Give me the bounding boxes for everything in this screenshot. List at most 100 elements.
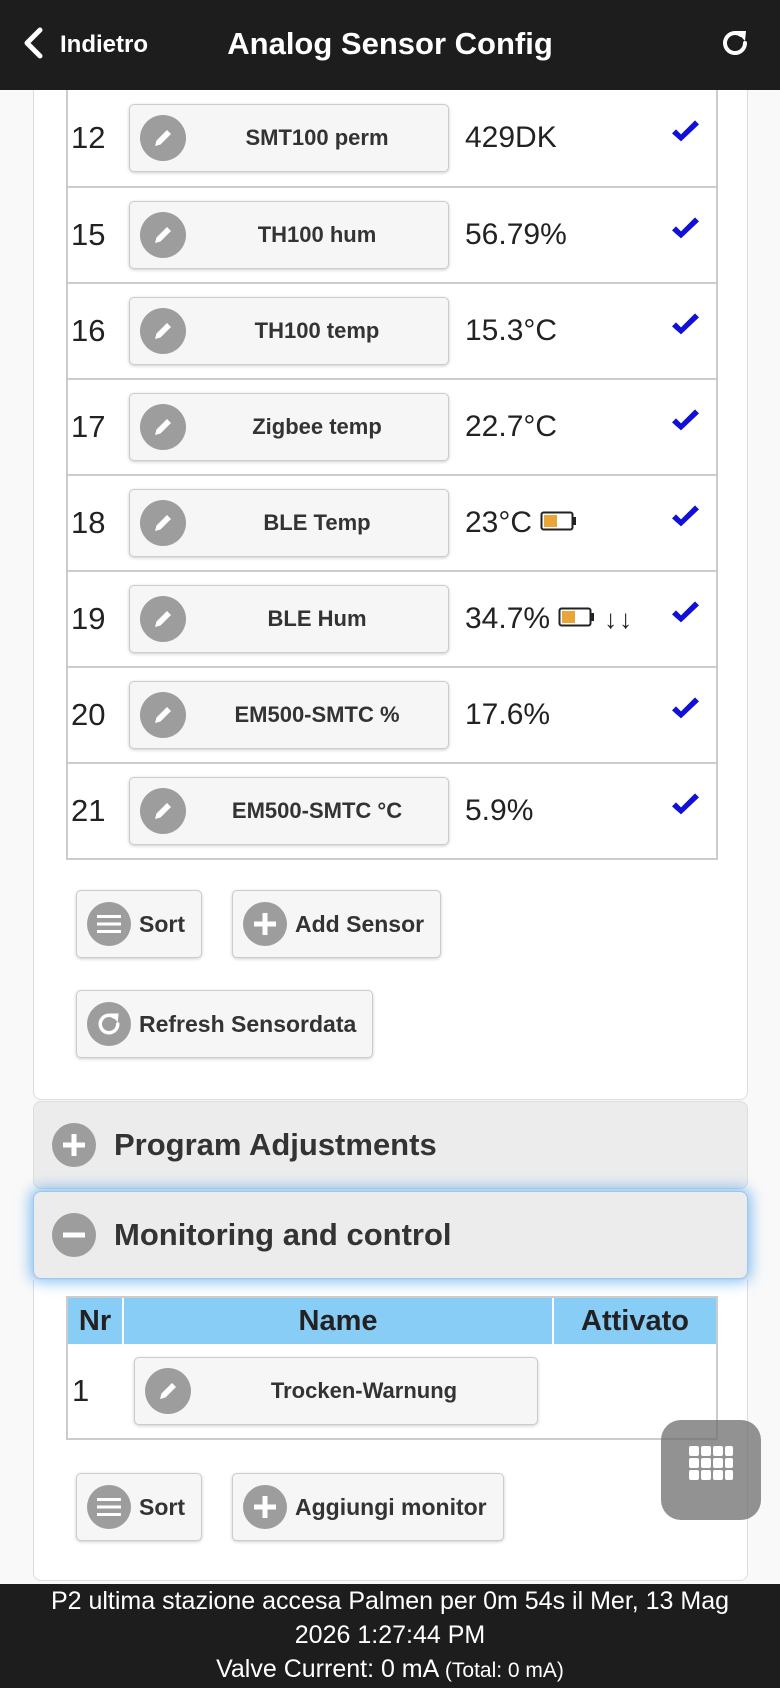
- sensor-name: TH100 hum: [257, 222, 377, 247]
- battery-icon: [540, 506, 578, 540]
- pencil-icon: [140, 692, 186, 738]
- header-bar: Indietro Analog Sensor Config: [0, 0, 780, 90]
- sensor-edit-button[interactable]: TH100 hum: [129, 201, 449, 269]
- table-row: 20 EM500-SMTC % 17.6%: [68, 666, 716, 762]
- sensor-name: Zigbee temp: [252, 414, 382, 439]
- sensor-nr: 18: [71, 505, 106, 540]
- sensor-nr: 19: [71, 601, 106, 636]
- valve-current-line: Valve Current: 0 mA (Total: 0 mA): [0, 1652, 780, 1688]
- plus-icon: [243, 1485, 287, 1529]
- refresh-icon: [87, 1002, 131, 1046]
- monitoring-section[interactable]: Monitoring and control: [33, 1191, 748, 1279]
- sensor-edit-button[interactable]: TH100 temp: [129, 297, 449, 365]
- monitor-table: Nr Name Attivato 1 Trocken-Warnung: [66, 1296, 718, 1440]
- status-footer: P2 ultima stazione accesa Palmen per 0m …: [0, 1584, 780, 1688]
- sensor-value: 5.9%: [465, 794, 534, 827]
- sensor-value-cell: 56.79%: [465, 188, 567, 282]
- sensor-value: 56.79%: [465, 218, 567, 251]
- sensor-edit-button[interactable]: SMT100 perm: [129, 104, 449, 172]
- sensor-name: EM500-SMTC %: [234, 702, 400, 727]
- sensor-nr: 17: [71, 409, 106, 444]
- sensor-table: 12 SMT100 perm 429DK 15 TH100 hum 56.79% 16 TH1…: [66, 90, 718, 860]
- sensor-nr: 21: [71, 793, 106, 828]
- sensor-name: BLE Temp: [263, 510, 371, 535]
- minus-icon: [52, 1213, 96, 1257]
- monitor-nr: 1: [72, 1373, 90, 1408]
- sensor-edit-button[interactable]: Zigbee temp: [129, 393, 449, 461]
- valve-current-total: (Total: 0 mA): [444, 1659, 564, 1682]
- plus-icon: [243, 902, 287, 946]
- status-line-2: 2026 1:27:44 PM: [294, 1621, 486, 1649]
- sensor-edit-button[interactable]: BLE Temp: [129, 489, 449, 557]
- sensor-edit-button[interactable]: BLE Hum: [129, 585, 449, 653]
- sensor-value: 34.7%: [465, 602, 551, 635]
- sensor-edit-button[interactable]: EM500-SMTC °C: [129, 777, 449, 845]
- sort-monitor-button[interactable]: Sort: [76, 1473, 202, 1541]
- checkmark-icon: [670, 792, 700, 823]
- header-nr: Nr: [68, 1298, 124, 1344]
- sensor-value-cell: 429DK: [465, 90, 557, 186]
- sensor-edit-button[interactable]: EM500-SMTC %: [129, 681, 449, 749]
- monitoring-label: Monitoring and control: [114, 1217, 452, 1252]
- checkmark-icon: [670, 696, 700, 727]
- sensor-nr: 12: [71, 120, 106, 155]
- pencil-icon: [140, 788, 186, 834]
- pencil-icon: [140, 500, 186, 546]
- checkmark-icon: [670, 312, 700, 343]
- sensor-value-cell: 23°C: [465, 476, 578, 570]
- header-attivato: Attivato: [581, 1304, 689, 1337]
- status-line-1: P2 ultima stazione accesa Palmen per 0m …: [50, 1587, 730, 1615]
- add-sensor-button[interactable]: Add Sensor: [232, 890, 442, 958]
- trend-arrows: ↓↓: [604, 603, 635, 634]
- pencil-icon: [140, 596, 186, 642]
- table-row: 17 Zigbee temp 22.7°C: [68, 378, 716, 474]
- sensor-value: 23°C: [465, 506, 533, 539]
- table-row: 16 TH100 temp 15.3°C: [68, 282, 716, 378]
- sensor-value: 17.6%: [465, 698, 551, 731]
- battery-icon: [558, 602, 596, 636]
- add-sensor-label: Add Sensor: [295, 910, 425, 937]
- table-row: 12 SMT100 perm 429DK: [68, 90, 716, 186]
- checkmark-icon: [670, 504, 700, 535]
- grid-icon: [688, 1445, 734, 1496]
- sensor-value: 429DK: [465, 121, 557, 154]
- menu-icon: [87, 1485, 131, 1529]
- monitor-edit-button[interactable]: Trocken-Warnung: [134, 1357, 538, 1425]
- sensor-name: TH100 temp: [254, 318, 380, 343]
- sensor-value: 22.7°C: [465, 410, 558, 443]
- page-title: Analog Sensor Config: [227, 26, 553, 61]
- pencil-icon: [140, 212, 186, 258]
- add-monitor-label: Aggiungi monitor: [295, 1493, 487, 1520]
- sort-label: Sort: [139, 910, 185, 937]
- sort-button[interactable]: Sort: [76, 890, 202, 958]
- table-row: 1 Trocken-Warnung: [68, 1344, 716, 1438]
- add-monitor-button[interactable]: Aggiungi monitor: [232, 1473, 504, 1541]
- sensor-value-cell: 17.6%: [465, 668, 550, 762]
- header-name: Name: [124, 1298, 554, 1344]
- program-adjustments-section[interactable]: Program Adjustments: [33, 1101, 748, 1189]
- pencil-icon: [140, 308, 186, 354]
- pencil-icon: [140, 404, 186, 450]
- sensor-value-cell: 15.3°C: [465, 284, 557, 378]
- sort-monitor-label: Sort: [139, 1493, 185, 1520]
- pencil-icon: [145, 1368, 191, 1414]
- plus-icon: [52, 1123, 96, 1167]
- grid-menu-button[interactable]: [661, 1420, 761, 1520]
- program-adjustments-label: Program Adjustments: [114, 1127, 437, 1162]
- refresh-button[interactable]: [712, 22, 758, 68]
- sensor-name: SMT100 perm: [245, 125, 389, 150]
- checkmark-icon: [670, 119, 700, 150]
- sensor-name: BLE Hum: [267, 606, 367, 631]
- sensor-value: 15.3°C: [465, 314, 558, 347]
- sensor-nr: 15: [71, 217, 106, 252]
- sensor-name: EM500-SMTC °C: [231, 798, 403, 823]
- table-row: 18 BLE Temp 23°C: [68, 474, 716, 570]
- monitor-name: Trocken-Warnung: [270, 1378, 458, 1403]
- table-row: 15 TH100 hum 56.79%: [68, 186, 716, 282]
- sensor-value-cell: 5.9%: [465, 764, 533, 858]
- sensor-nr: 16: [71, 313, 106, 348]
- refresh-sensordata-button[interactable]: Refresh Sensordata: [76, 990, 374, 1058]
- checkmark-icon: [670, 216, 700, 247]
- monitor-table-header: Nr Name Attivato: [68, 1298, 716, 1344]
- checkmark-icon: [670, 600, 700, 631]
